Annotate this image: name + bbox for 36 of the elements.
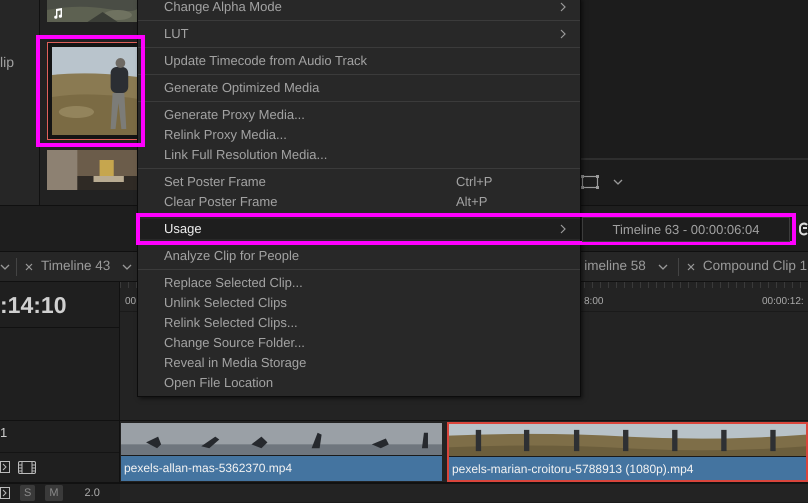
menu-item[interactable]: Replace Selected Clip... bbox=[138, 273, 580, 293]
menu-item[interactable]: Change Alpha Mode bbox=[138, 0, 580, 17]
track-level: 2.0 bbox=[84, 486, 100, 501]
menu-item[interactable]: Usage bbox=[138, 219, 580, 239]
menu-item[interactable]: Set Poster Frame Ctrl+P bbox=[138, 172, 580, 192]
mute-button[interactable]: M bbox=[45, 485, 63, 501]
menu-item[interactable]: Analyze Clip for People bbox=[138, 246, 580, 266]
menu-item[interactable]: Link Full Resolution Media... bbox=[138, 145, 580, 165]
menu-item[interactable]: Reveal in Media Storage bbox=[138, 353, 580, 373]
timeline-tab[interactable]: imeline 58 bbox=[584, 256, 646, 277]
menu-item[interactable]: Generate Proxy Media... bbox=[138, 105, 580, 125]
menu-item[interactable]: Change Source Folder... bbox=[138, 333, 580, 353]
menu-item[interactable]: Unlink Selected Clips bbox=[138, 293, 580, 313]
timeline-tab[interactable]: Timeline 43 bbox=[41, 256, 110, 277]
ruler-label: 8:00 bbox=[584, 296, 604, 307]
ruler-label: 00:00:12: bbox=[762, 296, 804, 307]
menu-item[interactable]: Open File Location bbox=[138, 373, 580, 393]
clip-name: pexels-marian-croitoru-5788913 (1080p).mp4 bbox=[451, 461, 694, 478]
menu-item[interactable]: Generate Optimized Media bbox=[138, 78, 580, 98]
shortcut-label: Ctrl+P bbox=[456, 174, 492, 189]
menu-item[interactable]: Update Timecode from Audio Track bbox=[138, 51, 580, 71]
video-clip[interactable]: pexels-marian-croitoru-5788913 (1080p).mp4 bbox=[447, 422, 808, 482]
menu-item[interactable]: LUT bbox=[138, 24, 580, 44]
timecode: :14:10 bbox=[0, 282, 119, 328]
clip-name: pexels-allan-mas-5362370.mp4 bbox=[123, 460, 294, 477]
panel-label: lip bbox=[0, 54, 14, 70]
timeline-tab[interactable]: Compound Clip 1 bbox=[702, 256, 808, 277]
menu-item[interactable]: Relink Selected Clips... bbox=[138, 313, 580, 333]
shortcut-label: Alt+P bbox=[456, 194, 488, 209]
menu-item[interactable]: Clear Poster Frame Alt+P bbox=[138, 192, 580, 212]
usage-submenu-item[interactable]: Timeline 63 - 00:00:06:04 bbox=[582, 217, 790, 242]
menu-item[interactable]: Relink Proxy Media... bbox=[138, 125, 580, 145]
ruler-label: 00 bbox=[125, 296, 136, 307]
video-clip[interactable]: pexels-allan-mas-5362370.mp4 bbox=[120, 422, 443, 482]
track-label: 1 bbox=[0, 425, 8, 440]
solo-button[interactable]: S bbox=[20, 485, 36, 501]
